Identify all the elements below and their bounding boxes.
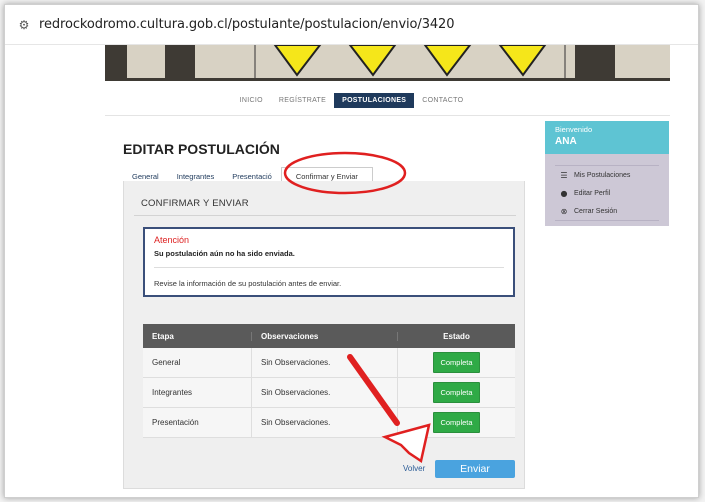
header-estado: Estado — [397, 331, 515, 341]
volver-link[interactable]: Volver — [403, 464, 425, 473]
cell-observaciones: Sin Observaciones. — [251, 347, 397, 378]
cell-etapa: Integrantes — [152, 388, 193, 397]
alert-title: Atención — [154, 235, 190, 245]
status-table: Etapa Observaciones Estado General Sin O… — [143, 324, 515, 438]
menu-label: Cerrar Sesión — [574, 208, 618, 215]
status-badge: Completa — [433, 382, 480, 403]
address-bar[interactable]: ⚙ redrockodromo.cultura.gob.cl/postulant… — [5, 5, 698, 45]
table-row: Presentación Sin Observaciones. Completa — [143, 407, 515, 438]
menu-divider — [555, 165, 659, 166]
nav-registrate[interactable]: REGÍSTRATE — [271, 93, 334, 108]
user-menu: ☰ Mis Postulaciones ● Editar Perfil ⊗ Ce… — [545, 154, 669, 226]
menu-mis-postulaciones[interactable]: ☰ Mis Postulaciones — [559, 171, 630, 180]
header-banner — [105, 45, 670, 81]
menu-label: Mis Postulaciones — [574, 172, 631, 179]
section-title: CONFIRMAR Y ENVIAR — [141, 198, 249, 209]
nav-inicio[interactable]: INICIO — [232, 93, 271, 108]
enviar-button[interactable]: Enviar — [435, 460, 515, 478]
menu-cerrar-sesion[interactable]: ⊗ Cerrar Sesión — [559, 207, 618, 216]
alert-note: Revise la información de su postulación … — [154, 279, 342, 288]
confirm-panel: CONFIRMAR Y ENVIAR Atención Su postulaci… — [123, 181, 525, 489]
status-badge: Completa — [433, 352, 480, 373]
close-circle-icon: ⊗ — [560, 207, 568, 216]
section-divider — [134, 215, 516, 216]
list-icon: ☰ — [560, 171, 568, 180]
cell-estado: Completa — [397, 347, 515, 378]
welcome-box: Bienvenido ANA — [545, 121, 669, 154]
status-badge: Completa — [433, 412, 480, 433]
browser-window: ⚙ redrockodromo.cultura.gob.cl/postulant… — [4, 4, 699, 498]
header-observaciones: Observaciones — [251, 331, 397, 341]
nav-contacto[interactable]: CONTACTO — [414, 93, 471, 108]
cell-etapa: Presentación — [152, 418, 199, 427]
cell-observaciones: Sin Observaciones. — [251, 377, 397, 408]
table-row: Integrantes Sin Observaciones. Completa — [143, 377, 515, 408]
alert-message: Su postulación aún no ha sido enviada. — [154, 249, 295, 258]
welcome-label: Bienvenido — [555, 125, 593, 134]
page-title: EDITAR POSTULACIÓN — [123, 141, 280, 157]
alert-box: Atención Su postulación aún no ha sido e… — [143, 227, 515, 297]
nav-postulaciones[interactable]: POSTULACIONES — [334, 93, 415, 108]
menu-label: Editar Perfil — [574, 190, 611, 197]
tune-icon[interactable]: ⚙ — [15, 16, 33, 34]
url-text[interactable]: redrockodromo.cultura.gob.cl/postulante/… — [39, 17, 454, 32]
alert-divider — [154, 267, 504, 268]
main-nav: INICIO REGÍSTRATE POSTULACIONES CONTACTO — [5, 93, 698, 109]
cell-estado: Completa — [397, 377, 515, 408]
nav-divider — [105, 115, 670, 116]
user-name: ANA — [555, 136, 577, 147]
user-circle-icon: ● — [560, 189, 568, 198]
menu-editar-perfil[interactable]: ● Editar Perfil — [559, 189, 611, 198]
cell-etapa: General — [152, 358, 181, 367]
cell-observaciones: Sin Observaciones. — [251, 407, 397, 438]
cell-estado: Completa — [397, 407, 515, 438]
table-header: Etapa Observaciones Estado — [143, 324, 515, 348]
table-row: General Sin Observaciones. Completa — [143, 347, 515, 378]
menu-divider — [555, 220, 659, 221]
header-etapa: Etapa — [152, 331, 174, 341]
